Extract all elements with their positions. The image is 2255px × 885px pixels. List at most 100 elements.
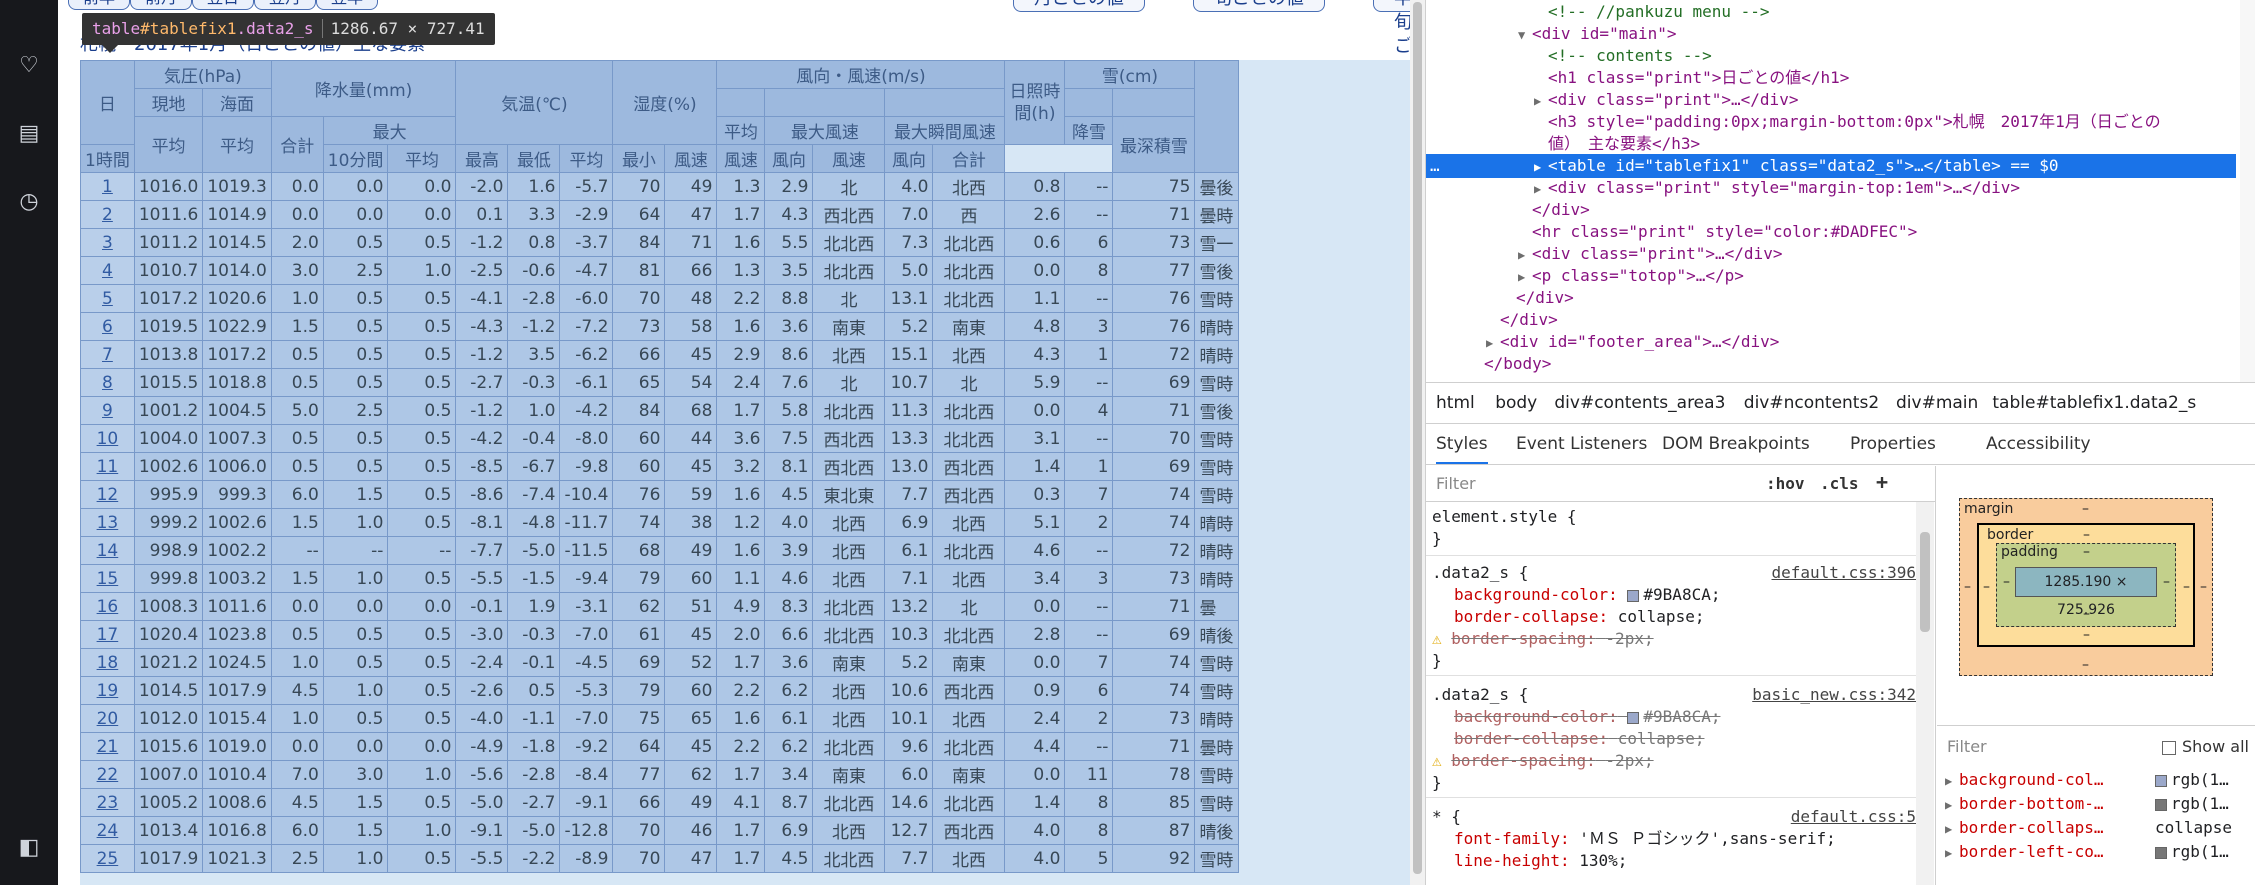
table-cell: 58 <box>664 312 718 341</box>
show-all-checkbox[interactable]: Show all <box>2162 737 2249 756</box>
dom-comment[interactable]: <!-- //pankuzu menu --> <box>1534 0 1770 24</box>
box-padding[interactable]: padding – – – – 1285.190 × 725.926 <box>1996 543 2176 627</box>
nav-button[interactable]: 前年 <box>68 0 131 10</box>
expand-triangle-icon[interactable]: ▶ <box>1945 770 1959 792</box>
day-link[interactable]: 10 <box>80 424 135 453</box>
dom-node[interactable]: ▶ <table id="tablefix1" class="data2_s">…… <box>1534 154 2059 178</box>
dom-node[interactable]: <h1 class="print">日ごとの値</h1> <box>1534 66 1849 90</box>
computed-filter-input[interactable]: Filter <box>1947 737 1987 756</box>
dom-node[interactable]: <hr class="print" style="color:#DADFEC"> <box>1518 220 1917 244</box>
day-link[interactable]: 1 <box>80 172 135 201</box>
tab-properties[interactable]: Properties <box>1850 434 1936 454</box>
checkbox-icon[interactable] <box>2162 740 2176 755</box>
add-rule-button[interactable]: + <box>1876 470 1888 494</box>
color-swatch-icon[interactable] <box>1627 589 1640 602</box>
day-link[interactable]: 14 <box>80 536 135 565</box>
dom-node[interactable]: </div> <box>1486 308 1558 332</box>
day-link[interactable]: 12 <box>80 480 135 509</box>
day-link[interactable]: 21 <box>80 732 135 761</box>
breadcrumb-item[interactable]: body <box>1495 393 1537 413</box>
tab-dom-breakpoints[interactable]: DOM Breakpoints <box>1662 434 1810 454</box>
dom-node[interactable]: </div> <box>1502 286 1574 310</box>
color-swatch-icon[interactable] <box>1627 711 1640 724</box>
box-content[interactable]: 1285.190 × 725.926 <box>2015 567 2157 618</box>
history-icon[interactable]: ◷ <box>15 188 43 216</box>
table-cell: -- <box>270 536 324 565</box>
expand-triangle-icon[interactable]: ▶ <box>1945 842 1959 864</box>
breadcrumb-item[interactable]: div#ncontents2 <box>1744 393 1879 413</box>
day-link[interactable]: 15 <box>80 564 135 593</box>
day-link[interactable]: 9 <box>80 396 135 425</box>
dom-node[interactable]: ▶ <div class="print">…</div> <box>1518 242 1782 266</box>
computed-property[interactable]: ▶ border-bottom-… rgb(1… <box>1945 793 2229 816</box>
computed-property[interactable]: ▶ border-collaps… collapse <box>1945 817 2232 840</box>
dom-node[interactable]: </body> <box>1470 352 1551 376</box>
computed-property[interactable]: ▶ background-col… rgb(1… <box>1945 769 2229 792</box>
page-scrollbar-thumb[interactable] <box>1413 2 1422 874</box>
styles-filter-input[interactable]: Filter <box>1436 474 1476 493</box>
dom-node[interactable]: ▶ <div id="footer_area">…</div> <box>1486 330 1779 354</box>
sidebar-toggle-icon[interactable]: ◧ <box>15 834 43 862</box>
day-link[interactable]: 22 <box>80 760 135 789</box>
more-icon[interactable]: … <box>1430 154 1440 178</box>
dom-comment[interactable]: <!-- contents --> <box>1534 44 1712 68</box>
styles-scrollbar[interactable] <box>1916 502 1934 885</box>
day-link[interactable]: 7 <box>80 340 135 369</box>
box-border[interactable]: border – – – – padding – – – – 1285.190 … <box>1977 523 2195 647</box>
tab-event-listeners[interactable]: Event Listeners <box>1516 434 1647 454</box>
day-link[interactable]: 25 <box>80 844 135 873</box>
breadcrumb-item[interactable]: div#main <box>1896 393 1978 413</box>
day-link[interactable]: 17 <box>80 620 135 649</box>
period-button[interactable]: 月ごとの値 <box>1013 0 1145 12</box>
day-link[interactable]: 5 <box>80 284 135 313</box>
dom-node[interactable]: ▶ <p class="totop">…</p> <box>1518 264 1744 288</box>
nav-button[interactable]: 翌月 <box>254 0 317 10</box>
styles-scrollbar-thumb[interactable] <box>1920 532 1930 632</box>
dom-node[interactable]: 値） 主な要素</h3> <box>1534 132 1700 156</box>
day-link[interactable]: 19 <box>80 676 135 705</box>
day-link[interactable]: 4 <box>80 256 135 285</box>
selected-dom-node[interactable]: ▶ <table id="tablefix1" class="data2_s">…… <box>1426 154 2236 178</box>
heart-icon[interactable]: ♡ <box>15 52 43 80</box>
breadcrumb-item[interactable]: html <box>1436 393 1475 413</box>
table-cell: 晴時 <box>1194 564 1240 593</box>
expand-triangle-icon[interactable]: ▶ <box>1945 818 1959 840</box>
period-button[interactable]: 旬ごとの値 <box>1193 0 1325 12</box>
day-link[interactable]: 13 <box>80 508 135 537</box>
page-scrollbar[interactable] <box>1410 0 1425 885</box>
dom-scrollbar[interactable] <box>2240 0 2255 382</box>
day-link[interactable]: 6 <box>80 312 135 341</box>
box-margin[interactable]: margin – – – – border – – – – padding – … <box>1959 498 2213 676</box>
expand-triangle-icon[interactable]: ▼ <box>1518 23 1532 47</box>
source-link[interactable]: default.css:396 <box>1772 562 1917 584</box>
source-link[interactable]: default.css:5 <box>1791 806 1916 828</box>
breadcrumb-item[interactable]: table#tablefix1.data2_s <box>1992 393 2196 413</box>
nav-button[interactable]: 前月 <box>130 0 193 10</box>
day-link[interactable]: 3 <box>80 228 135 257</box>
computed-property[interactable]: ▶ border-left-co… rgb(1… <box>1945 841 2229 864</box>
expand-triangle-icon[interactable]: ▶ <box>1945 794 1959 816</box>
nav-button[interactable]: 翌日 <box>192 0 255 10</box>
source-link[interactable]: basic_new.css:342 <box>1752 684 1916 706</box>
day-link[interactable]: 16 <box>80 592 135 621</box>
dom-node[interactable]: ▶ <div class="print">…</div> <box>1534 88 1798 112</box>
day-link[interactable]: 2 <box>80 200 135 229</box>
day-link[interactable]: 20 <box>80 704 135 733</box>
day-link[interactable]: 11 <box>80 452 135 481</box>
dom-node[interactable]: ▼ <div id="main"> <box>1518 22 1677 46</box>
breadcrumb-item[interactable]: div#contents_area3 <box>1554 393 1725 413</box>
nav-button[interactable]: 翌年 <box>316 0 379 10</box>
dom-node[interactable]: ▶ <div class="print" style="margin-top:1e… <box>1534 176 2020 200</box>
day-link[interactable]: 8 <box>80 368 135 397</box>
table-cell: 84 <box>612 396 666 425</box>
dom-node[interactable]: <h3 style="padding:0px;margin-bottom:0px… <box>1534 110 2161 134</box>
tab-styles[interactable]: Styles <box>1436 434 1488 464</box>
tab-accessibility[interactable]: Accessibility <box>1986 434 2091 454</box>
day-link[interactable]: 18 <box>80 648 135 677</box>
day-link[interactable]: 23 <box>80 788 135 817</box>
feed-icon[interactable]: ▤ <box>15 120 43 148</box>
hov-toggle[interactable]: :hov <box>1766 474 1805 493</box>
cls-toggle[interactable]: .cls <box>1820 474 1859 493</box>
day-link[interactable]: 24 <box>80 816 135 845</box>
dom-node[interactable]: </div> <box>1518 198 1590 222</box>
